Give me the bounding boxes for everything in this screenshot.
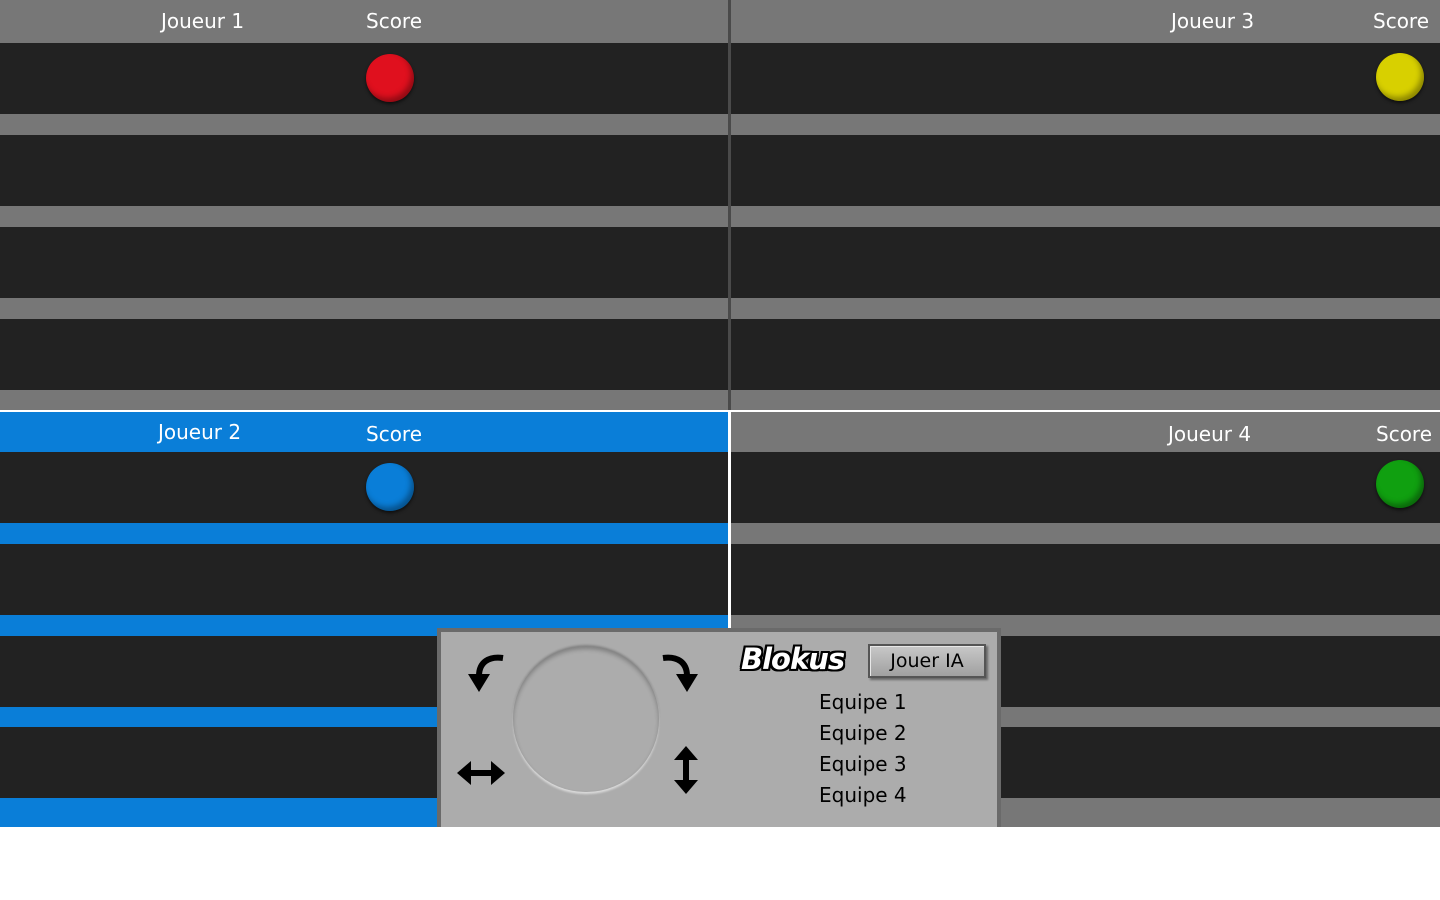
- player-4-name: Joueur 4: [1168, 422, 1252, 446]
- blokus-logo: Blokus: [741, 642, 845, 676]
- player-3-piece-row[interactable]: [731, 319, 1440, 390]
- player-3-name: Joueur 3: [1171, 9, 1255, 33]
- player-1-piece-row[interactable]: [0, 135, 728, 206]
- player-1-color-marker: [366, 54, 414, 102]
- row-separator: [731, 298, 1440, 319]
- player-3-piece-row[interactable]: [731, 43, 1440, 114]
- player-1-score-label: Score: [366, 9, 423, 33]
- player-4-header: Joueur 4 Score: [731, 412, 1440, 452]
- team-4-label[interactable]: Equipe 4: [819, 783, 907, 807]
- player-3-color-marker: [1376, 53, 1424, 101]
- player-4-score-label: Score: [1376, 422, 1433, 446]
- row-separator: [731, 523, 1440, 544]
- rotate-left-icon[interactable]: [459, 650, 509, 696]
- row-separator: [731, 206, 1440, 227]
- play-ai-button[interactable]: Jouer IA: [868, 644, 986, 678]
- row-separator: [0, 206, 728, 227]
- flip-horizontal-icon[interactable]: [455, 756, 507, 790]
- team-2-label[interactable]: Equipe 2: [819, 721, 907, 745]
- player-4-piece-row[interactable]: [731, 544, 1440, 615]
- player-1-piece-row[interactable]: [0, 227, 728, 298]
- row-separator: [0, 114, 728, 135]
- player-1-panel: Joueur 1 Score: [0, 0, 728, 410]
- row-separator: [0, 390, 728, 410]
- player-3-score-label: Score: [1373, 9, 1430, 33]
- player-1-piece-row[interactable]: [0, 43, 728, 114]
- row-separator: [731, 114, 1440, 135]
- row-separator: [0, 298, 728, 319]
- player-1-name: Joueur 1: [161, 9, 245, 33]
- flip-vertical-icon[interactable]: [669, 744, 703, 796]
- player-3-panel: Joueur 3 Score: [731, 0, 1440, 410]
- player-1-header: Joueur 1 Score: [0, 0, 728, 43]
- player-1-piece-row[interactable]: [0, 319, 728, 390]
- player-2-piece-row[interactable]: [0, 544, 728, 615]
- player-4-piece-row[interactable]: [731, 452, 1440, 523]
- team-3-label[interactable]: Equipe 3: [819, 752, 907, 776]
- player-3-header: Joueur 3 Score: [731, 0, 1440, 43]
- player-2-name: Joueur 2: [158, 420, 242, 444]
- player-2-color-marker: [366, 463, 414, 511]
- row-separator: [731, 390, 1440, 410]
- player-4-color-marker: [1376, 460, 1424, 508]
- player-2-header: Joueur 2 Score: [0, 412, 728, 452]
- player-2-score-label: Score: [366, 422, 423, 446]
- team-1-label[interactable]: Equipe 1: [819, 690, 907, 714]
- player-3-piece-row[interactable]: [731, 227, 1440, 298]
- panel-divider: [728, 0, 731, 410]
- player-3-piece-row[interactable]: [731, 135, 1440, 206]
- piece-preview-circle[interactable]: [513, 646, 659, 792]
- rotate-right-icon[interactable]: [659, 650, 709, 696]
- control-panel: Blokus Jouer IA Equipe 1 Equipe 2 Equipe…: [437, 628, 1001, 827]
- row-separator: [0, 523, 728, 544]
- player-2-piece-row[interactable]: [0, 452, 728, 523]
